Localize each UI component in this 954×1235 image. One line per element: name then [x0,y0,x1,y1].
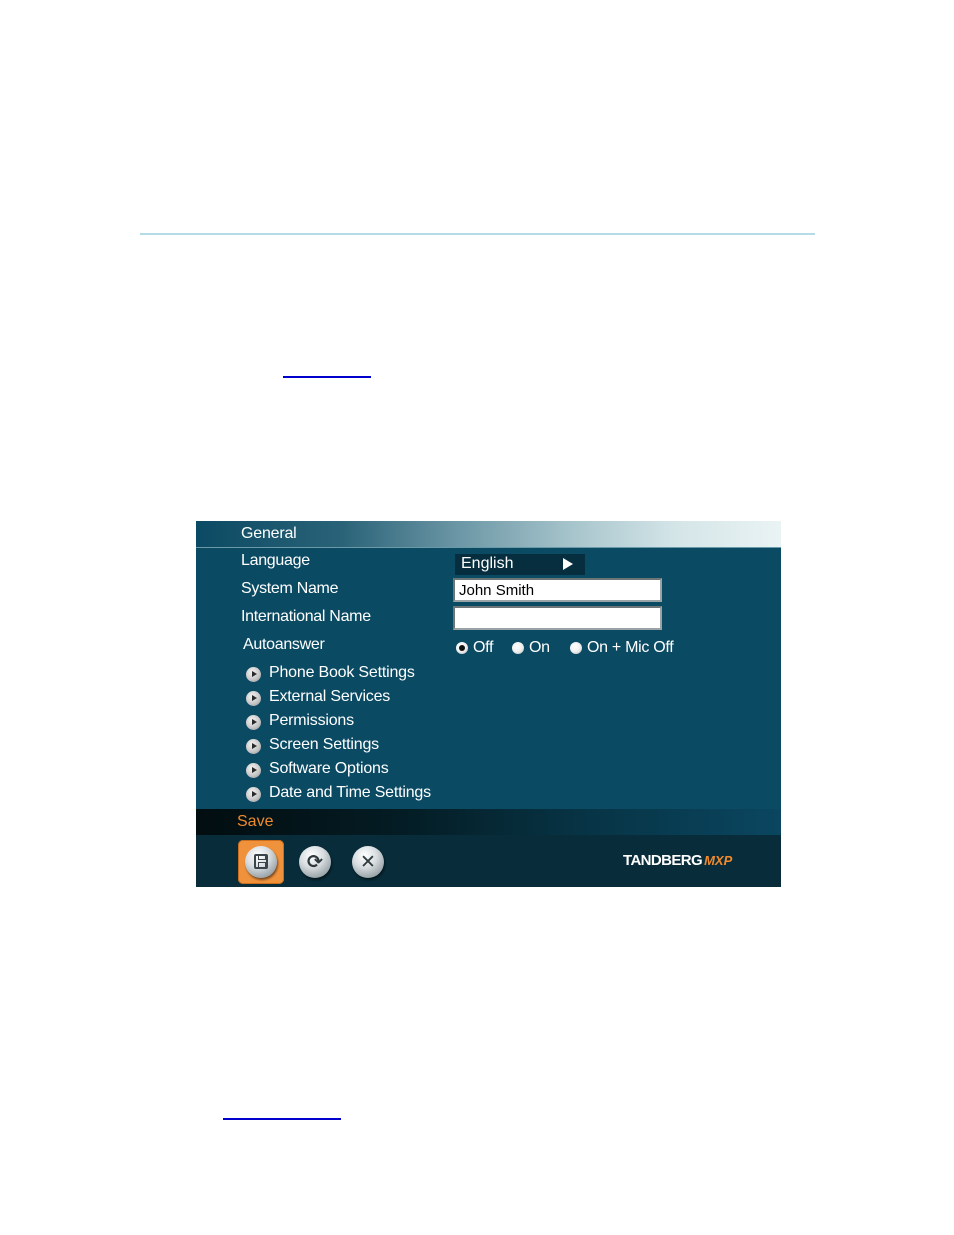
international-name-field-frame [453,606,662,630]
play-circle-icon [246,667,261,682]
brand-logo: TANDBERG MXP [623,852,732,870]
panel-header: General [196,521,781,548]
hyperlink-2[interactable] [223,1118,341,1120]
radio-label: Off [473,639,494,656]
language-value: English [461,555,514,572]
system-name-input[interactable] [455,580,660,600]
play-circle-icon [246,763,261,778]
horizontal-rule [140,233,815,235]
menu-item-label: Date and Time Settings [269,784,431,801]
system-name-field-frame [453,578,662,602]
arrow-right-icon [563,558,573,570]
hyperlink-1[interactable] [283,376,371,378]
play-circle-icon [246,787,261,802]
system-name-label: System Name [241,580,339,597]
language-selector[interactable]: English [455,554,585,575]
play-circle-icon [246,739,261,754]
radio-checked-icon [456,642,468,654]
status-bar: Save [196,809,781,835]
save-knob [245,846,277,878]
radio-unchecked-icon [570,642,582,654]
refresh-icon: ⟳ [307,851,323,873]
international-name-input[interactable] [455,608,660,628]
menu-item-label: Software Options [269,760,389,777]
menu-item-label: External Services [269,688,391,705]
cancel-knob: ✕ [352,846,384,878]
menu-item-label: Permissions [269,712,354,729]
brand-product: MXP [704,853,733,868]
save-button[interactable] [238,840,284,884]
refresh-button[interactable]: ⟳ [292,840,338,884]
play-circle-icon [246,691,261,706]
radio-label: On + Mic Off [587,639,674,656]
radio-label: On [529,639,550,656]
panel-title: General [241,525,297,542]
toolbar: ⟳ ✕ TANDBERG MXP [196,835,781,887]
status-text: Save [237,813,274,830]
menu-item-label: Phone Book Settings [269,664,415,681]
cancel-button[interactable]: ✕ [345,840,391,884]
autoanswer-label: Autoanswer [243,636,325,653]
floppy-disk-icon [254,854,268,869]
menu-item-label: Screen Settings [269,736,379,753]
refresh-knob: ⟳ [299,846,331,878]
play-circle-icon [246,715,261,730]
international-name-label: International Name [241,608,371,625]
close-icon: ✕ [360,851,376,873]
language-label: Language [241,552,310,569]
brand-name: TANDBERG [623,852,703,869]
radio-unchecked-icon [512,642,524,654]
general-settings-panel: General Language English System Name Int… [196,521,781,887]
